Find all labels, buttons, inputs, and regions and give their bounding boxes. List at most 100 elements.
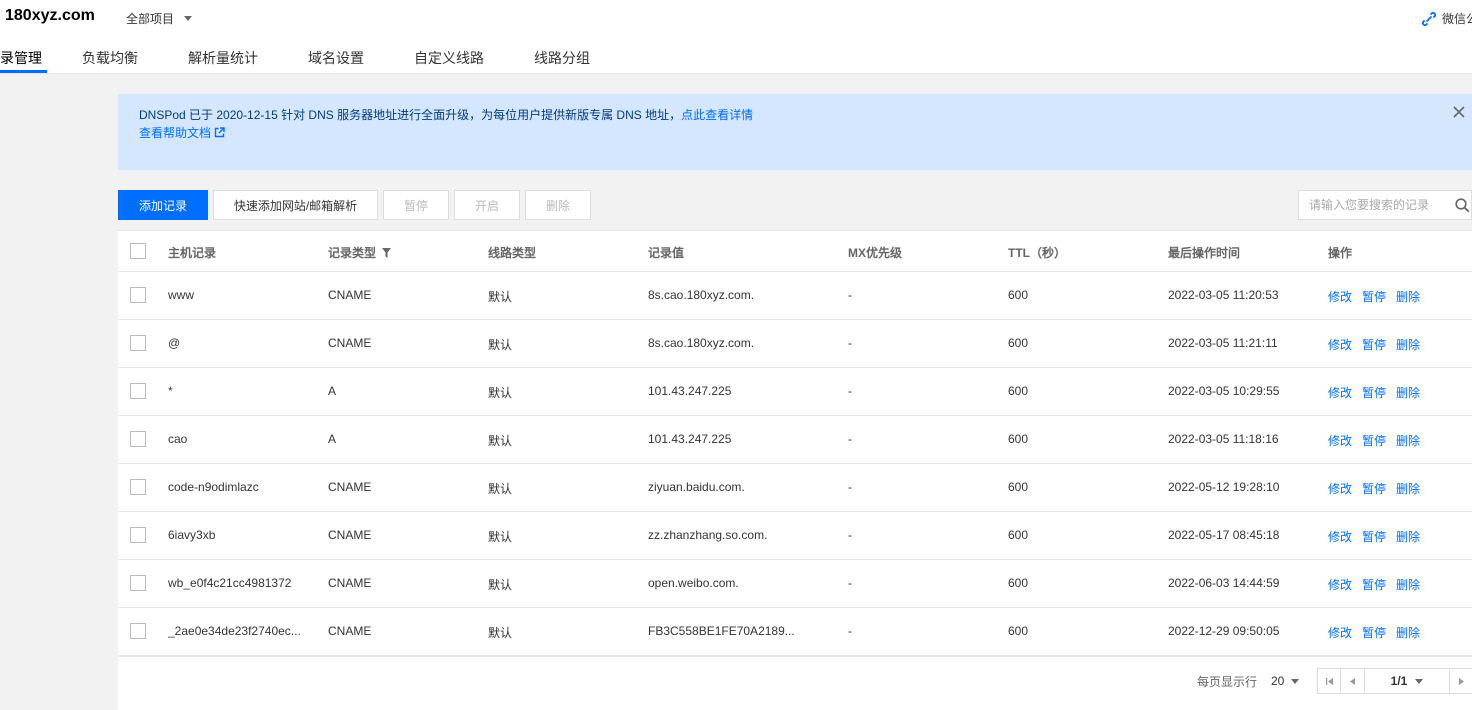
cell-line: 默认 — [488, 290, 513, 304]
records-table: 主机记录 记录类型 线路类型 记录值 MX优先级 TTL（秒） 最后操作时间 操… — [118, 230, 1472, 656]
cell-ttl: 600 — [1008, 576, 1029, 590]
delete-link[interactable]: 删除 — [1396, 336, 1420, 353]
table-header: 主机记录 记录类型 线路类型 记录值 MX优先级 TTL（秒） 最后操作时间 操… — [118, 231, 1472, 272]
row-checkbox[interactable] — [130, 383, 146, 399]
row-checkbox[interactable] — [130, 431, 146, 447]
col-time: 最后操作时间 — [1168, 246, 1241, 260]
cell-mx: - — [848, 528, 852, 542]
close-icon[interactable] — [1451, 104, 1467, 120]
edit-link[interactable]: 修改 — [1328, 336, 1352, 353]
cell-host: 6iavy3xb — [168, 528, 216, 542]
project-selector[interactable]: 全部项目 — [126, 10, 193, 27]
cell-line: 默认 — [488, 338, 513, 352]
search-input[interactable] — [1299, 191, 1449, 219]
caret-down-icon — [1415, 678, 1424, 684]
filter-icon[interactable] — [382, 247, 392, 258]
select-all-checkbox[interactable] — [130, 243, 146, 259]
row-checkbox[interactable] — [130, 575, 146, 591]
edit-link[interactable]: 修改 — [1328, 576, 1352, 593]
pause-link[interactable]: 暂停 — [1362, 336, 1386, 353]
page-indicator: 1/1 — [1390, 674, 1408, 688]
banner-message: DNSPod 已于 2020-12-15 针对 DNS 服务器地址进行全面升级，… — [139, 106, 753, 123]
per-page-select[interactable]: 20 — [1271, 674, 1300, 688]
cell-time: 2022-05-17 08:45:18 — [1168, 528, 1280, 542]
cell-value: 8s.cao.180xyz.com. — [648, 288, 755, 302]
edit-link[interactable]: 修改 — [1328, 288, 1352, 305]
next-page-icon — [1458, 677, 1464, 685]
tab-resolution-stats[interactable]: 解析量统计 — [188, 40, 258, 74]
col-type: 记录类型 — [328, 244, 392, 261]
notice-banner: DNSPod 已于 2020-12-15 针对 DNS 服务器地址进行全面升级，… — [118, 94, 1472, 170]
delete-link[interactable]: 删除 — [1396, 288, 1420, 305]
pause-link[interactable]: 暂停 — [1362, 384, 1386, 401]
cell-ttl: 600 — [1008, 528, 1029, 542]
first-page-button[interactable] — [1317, 668, 1341, 694]
tab-custom-lines[interactable]: 自定义线路 — [414, 40, 484, 74]
row-checkbox[interactable] — [130, 287, 146, 303]
edit-link[interactable]: 修改 — [1328, 624, 1352, 641]
cell-value: 101.43.247.225 — [648, 384, 732, 398]
cell-ttl: 600 — [1008, 384, 1029, 398]
first-page-icon — [1325, 677, 1333, 685]
pause-link[interactable]: 暂停 — [1362, 624, 1386, 641]
tab-line-groups[interactable]: 线路分组 — [534, 40, 590, 74]
delete-link[interactable]: 删除 — [1396, 576, 1420, 593]
pause-link[interactable]: 暂停 — [1362, 432, 1386, 449]
help-doc-label: 查看帮助文档 — [139, 126, 212, 140]
edit-link[interactable]: 修改 — [1328, 384, 1352, 401]
pause-button[interactable]: 暂停 — [383, 190, 449, 220]
quick-add-button[interactable]: 快速添加网站/邮箱解析 — [213, 190, 378, 220]
row-checkbox[interactable] — [130, 527, 146, 543]
pause-link[interactable]: 暂停 — [1362, 528, 1386, 545]
delete-link[interactable]: 删除 — [1396, 384, 1420, 401]
delete-button[interactable]: 删除 — [525, 190, 591, 220]
next-page-button[interactable] — [1449, 668, 1472, 694]
cell-value: FB3C558BE1FE70A2189... — [648, 624, 795, 638]
add-record-button[interactable]: 添加记录 — [118, 190, 208, 220]
help-doc-link[interactable]: 查看帮助文档 — [139, 124, 225, 141]
cell-value: zz.zhanzhang.so.com. — [648, 528, 768, 542]
col-mx: MX优先级 — [848, 246, 903, 260]
tab-record-management[interactable]: 录管理 — [0, 40, 42, 74]
wechat-link[interactable]: 微信公 — [1422, 10, 1472, 27]
tab-load-balancing[interactable]: 负载均衡 — [82, 40, 138, 74]
page-select[interactable]: 1/1 — [1365, 668, 1449, 694]
delete-link[interactable]: 删除 — [1396, 528, 1420, 545]
edit-link[interactable]: 修改 — [1328, 432, 1352, 449]
pause-link[interactable]: 暂停 — [1362, 480, 1386, 497]
top-bar: 180xyz.com 全部项目 微信公 录管理 负载均衡 解析量统计 域名设置 … — [0, 0, 1472, 74]
table-row: www CNAME 默认 8s.cao.180xyz.com. - 600 2022-03-… — [118, 272, 1472, 320]
enable-button[interactable]: 开启 — [454, 190, 520, 220]
col-value: 记录值 — [648, 246, 685, 260]
pause-link[interactable]: 暂停 — [1362, 576, 1386, 593]
row-checkbox[interactable] — [130, 623, 146, 639]
delete-link[interactable]: 删除 — [1396, 624, 1420, 641]
edit-link[interactable]: 修改 — [1328, 480, 1352, 497]
detail-link[interactable]: 点此查看详情 — [681, 108, 753, 122]
search-icon[interactable] — [1455, 198, 1470, 213]
cell-time: 2022-03-05 10:29:55 — [1168, 384, 1280, 398]
cell-host: wb_e0f4c21cc4981372 — [168, 576, 292, 590]
table-row: 6iavy3xb CNAME 默认 zz.zhanzhang.so.com. - 600 2… — [118, 512, 1472, 560]
cell-host: _2ae0e34de23f2740ec... — [168, 624, 301, 638]
tab-domain-settings[interactable]: 域名设置 — [308, 40, 364, 74]
cell-line: 默认 — [488, 434, 513, 448]
delete-link[interactable]: 删除 — [1396, 432, 1420, 449]
cell-type: CNAME — [328, 576, 372, 590]
cell-ttl: 600 — [1008, 432, 1029, 446]
wechat-label: 微信公 — [1442, 12, 1472, 26]
cell-line: 默认 — [488, 386, 513, 400]
table-row: code-n9odimlazc CNAME 默认 ziyuan.baidu.com. -… — [118, 464, 1472, 512]
link-icon — [1422, 11, 1436, 26]
pause-link[interactable]: 暂停 — [1362, 288, 1386, 305]
delete-link[interactable]: 删除 — [1396, 480, 1420, 497]
row-checkbox[interactable] — [130, 479, 146, 495]
cell-ttl: 600 — [1008, 336, 1029, 350]
col-actions: 操作 — [1328, 246, 1353, 260]
row-checkbox[interactable] — [130, 335, 146, 351]
cell-value: 101.43.247.225 — [648, 432, 732, 446]
prev-page-button[interactable] — [1341, 668, 1365, 694]
edit-link[interactable]: 修改 — [1328, 528, 1352, 545]
col-ttl: TTL（秒） — [1008, 246, 1066, 260]
active-tab-indicator — [0, 70, 47, 73]
